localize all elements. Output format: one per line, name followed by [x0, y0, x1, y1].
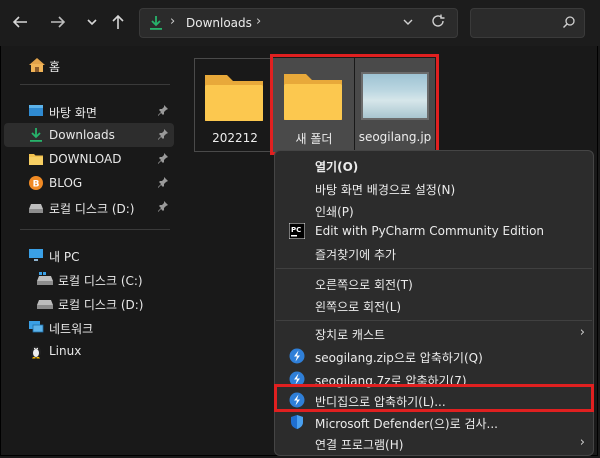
sidebar-item-desktop[interactable]: 바탕 화면	[4, 99, 174, 123]
svg-text:PC: PC	[291, 226, 301, 234]
sidebar-item-label: Linux	[49, 344, 82, 358]
menu-item-rotate-left[interactable]: 왼쪽으로 회전(L)	[279, 294, 589, 316]
blog-icon: B	[28, 175, 44, 191]
chevron-down-icon[interactable]	[80, 10, 104, 34]
sidebar-item-drive-c[interactable]: 로컬 디스크 (C:)	[4, 267, 174, 291]
menu-separator	[276, 268, 592, 269]
pin-icon	[157, 152, 169, 164]
linux-penguin-icon	[28, 343, 44, 359]
refresh-icon[interactable]	[430, 13, 446, 33]
pin-icon	[157, 200, 169, 212]
menu-item-open-with[interactable]: 연결 프로그램(H) ›	[279, 432, 589, 454]
address-dropdown-icon[interactable]	[402, 16, 414, 31]
menu-item-label: 바탕 화면 배경으로 설정(N)	[315, 183, 456, 197]
menu-item-label: 열기(O)	[315, 160, 359, 174]
folder-icon	[203, 69, 265, 123]
menu-item-edit-pycharm[interactable]: PC Edit with PyCharm Community Edition	[279, 220, 589, 242]
download-icon	[28, 127, 44, 143]
sidebar-item-label: 로컬 디스크 (D:)	[58, 298, 144, 312]
desktop-icon	[28, 103, 44, 119]
menu-item-label: 즐겨찾기에 추가	[315, 248, 397, 262]
breadcrumb-separator[interactable]: ›	[256, 14, 261, 29]
sidebar-item-download-folder[interactable]: DOWNLOAD	[4, 147, 174, 171]
breadcrumb-downloads[interactable]: Downloads	[186, 16, 252, 30]
sidebar-item-label: BLOG	[49, 176, 83, 190]
sidebar-item-label: Downloads	[49, 128, 115, 142]
sidebar-item-this-pc[interactable]: 내 PC	[4, 243, 174, 267]
menu-item-label: 오른쪽으로 회전(T)	[315, 278, 413, 292]
sidebar-item-label: 홈	[49, 60, 61, 74]
sidebar-item-drive-d-pc[interactable]: 로컬 디스크 (D:)	[4, 291, 174, 315]
sidebar-item-linux[interactable]: Linux	[4, 339, 174, 363]
sidebar-item-label: 로컬 디스크 (C:)	[58, 274, 143, 288]
menu-item-label: 장치로 캐스트	[315, 328, 386, 342]
menu-item-print[interactable]: 인쇄(P)	[279, 199, 589, 221]
menu-separator	[276, 320, 592, 321]
menu-item-defender-scan[interactable]: Microsoft Defender(으)로 검사...	[279, 411, 589, 433]
breadcrumb-separator: ›	[170, 14, 176, 29]
pin-icon	[157, 104, 169, 116]
menu-item-add-favorite[interactable]: 즐겨찾기에 추가	[279, 242, 589, 264]
pycharm-icon: PC	[288, 222, 306, 240]
highlight-box-bandizip-item	[274, 384, 594, 412]
highlight-box-selected-files	[270, 54, 439, 155]
sidebar-divider	[20, 84, 170, 85]
drive-icon	[36, 295, 53, 311]
bandizip-icon	[289, 348, 305, 364]
forward-arrow-icon[interactable]	[46, 10, 70, 34]
menu-item-label: 연결 프로그램(H)	[315, 438, 404, 452]
pin-icon	[157, 128, 169, 140]
back-arrow-icon[interactable]	[8, 10, 32, 34]
chevron-right-icon: ›	[579, 435, 585, 450]
address-bar[interactable]: › Downloads ›	[139, 8, 458, 38]
sidebar-divider	[20, 229, 170, 230]
download-icon	[148, 15, 164, 34]
drive-icon	[28, 199, 44, 215]
sidebar-item-label: 네트워크	[49, 322, 94, 336]
menu-item-label: 인쇄(P)	[315, 205, 354, 219]
navigation-toolbar: › Downloads ›	[0, 0, 600, 46]
sidebar-item-label: 내 PC	[49, 250, 80, 264]
sidebar-item-label: DOWNLOAD	[49, 152, 122, 166]
windows-drive-icon	[36, 271, 53, 287]
search-icon	[562, 15, 576, 32]
file-name-label: 202212	[212, 131, 258, 145]
menu-item-open[interactable]: 열기(O)	[279, 154, 589, 176]
menu-item-label: Microsoft Defender(으)로 검사...	[315, 417, 498, 431]
menu-item-rotate-right[interactable]: 오른쪽으로 회전(T)	[279, 272, 589, 294]
menu-item-label: Edit with PyCharm Community Edition	[315, 224, 545, 238]
defender-shield-icon	[289, 414, 305, 430]
search-input[interactable]	[470, 8, 585, 38]
menu-item-label: seogilang.zip으로 압축하기(Q)	[315, 351, 483, 365]
home-icon	[28, 57, 45, 73]
svg-text:B: B	[33, 180, 40, 190]
menu-item-compress-zip[interactable]: seogilang.zip으로 압축하기(Q)	[279, 345, 589, 367]
pc-monitor-icon	[28, 247, 44, 263]
up-arrow-icon[interactable]	[106, 10, 130, 34]
pin-icon	[157, 176, 169, 188]
menu-item-set-desktop-background[interactable]: 바탕 화면 배경으로 설정(N)	[279, 177, 589, 199]
sidebar-item-downloads[interactable]: Downloads	[4, 123, 174, 147]
sidebar-item-blog[interactable]: B BLOG	[4, 171, 174, 195]
sidebar-item-home[interactable]: 홈	[4, 53, 174, 77]
chevron-right-icon: ›	[579, 325, 585, 340]
sidebar-item-label: 로컬 디스크 (D:)	[49, 202, 135, 216]
navigation-pane: 홈 바탕 화면 Downloads DOWNLOAD B BLOG 로컬 디스크	[0, 46, 180, 458]
menu-item-label: 왼쪽으로 회전(L)	[315, 300, 402, 314]
menu-item-cast-to-device[interactable]: 장치로 캐스트 ›	[279, 322, 589, 344]
folder-icon	[28, 151, 44, 167]
network-icon	[28, 319, 44, 335]
sidebar-item-network[interactable]: 네트워크	[4, 315, 174, 339]
file-item-folder-202212[interactable]: 202212	[194, 58, 274, 152]
sidebar-item-drive-d[interactable]: 로컬 디스크 (D:)	[4, 195, 174, 219]
sidebar-item-label: 바탕 화면	[49, 106, 97, 120]
